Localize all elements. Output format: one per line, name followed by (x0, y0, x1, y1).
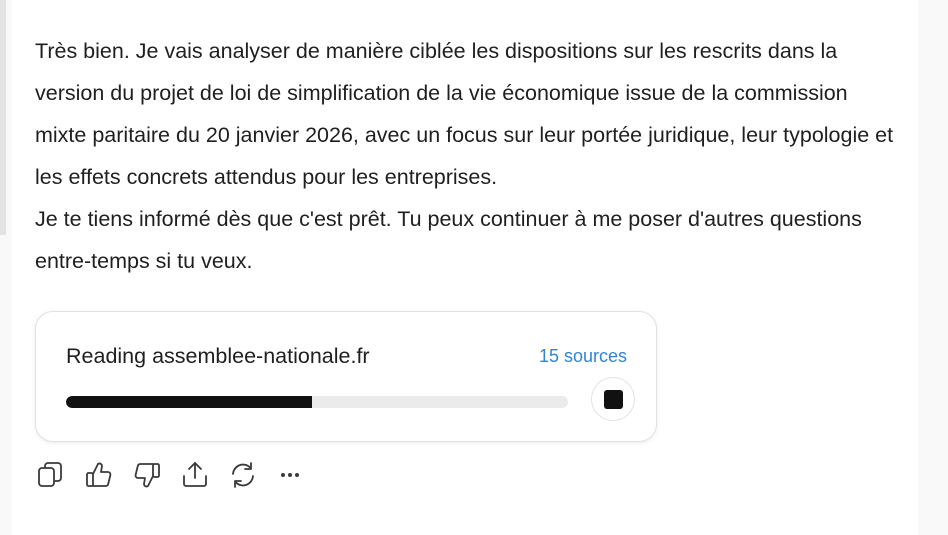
message-paragraph: Je te tiens informé dès que c'est prêt. … (35, 207, 862, 273)
sources-link[interactable]: 15 sources (539, 346, 627, 367)
conversation-rail (0, 0, 6, 235)
assistant-message: Très bien. Je vais analyser de manière c… (35, 30, 895, 282)
page-margin (918, 0, 948, 535)
stop-icon (604, 390, 623, 409)
share-button[interactable] (178, 458, 212, 492)
thumbs-down-button[interactable] (130, 458, 164, 492)
refresh-icon (232, 462, 254, 488)
thumbs-down-icon (134, 463, 160, 488)
copy-icon (38, 462, 62, 487)
thumbs-up-button[interactable] (82, 458, 116, 492)
more-button[interactable] (274, 458, 308, 492)
more-icon (281, 473, 299, 477)
progress-bar (66, 396, 568, 408)
stop-button[interactable] (591, 377, 635, 421)
research-progress-card: Reading assemblee-nationale.fr 15 source… (35, 311, 657, 442)
reading-status: Reading assemblee-nationale.fr (66, 344, 370, 368)
message-paragraph: Très bien. Je vais analyser de manière c… (35, 39, 894, 189)
copy-button[interactable] (34, 458, 68, 492)
progress-fill (66, 396, 312, 408)
share-icon (183, 462, 207, 487)
regenerate-button[interactable] (226, 458, 260, 492)
thumbs-up-icon (86, 462, 112, 487)
